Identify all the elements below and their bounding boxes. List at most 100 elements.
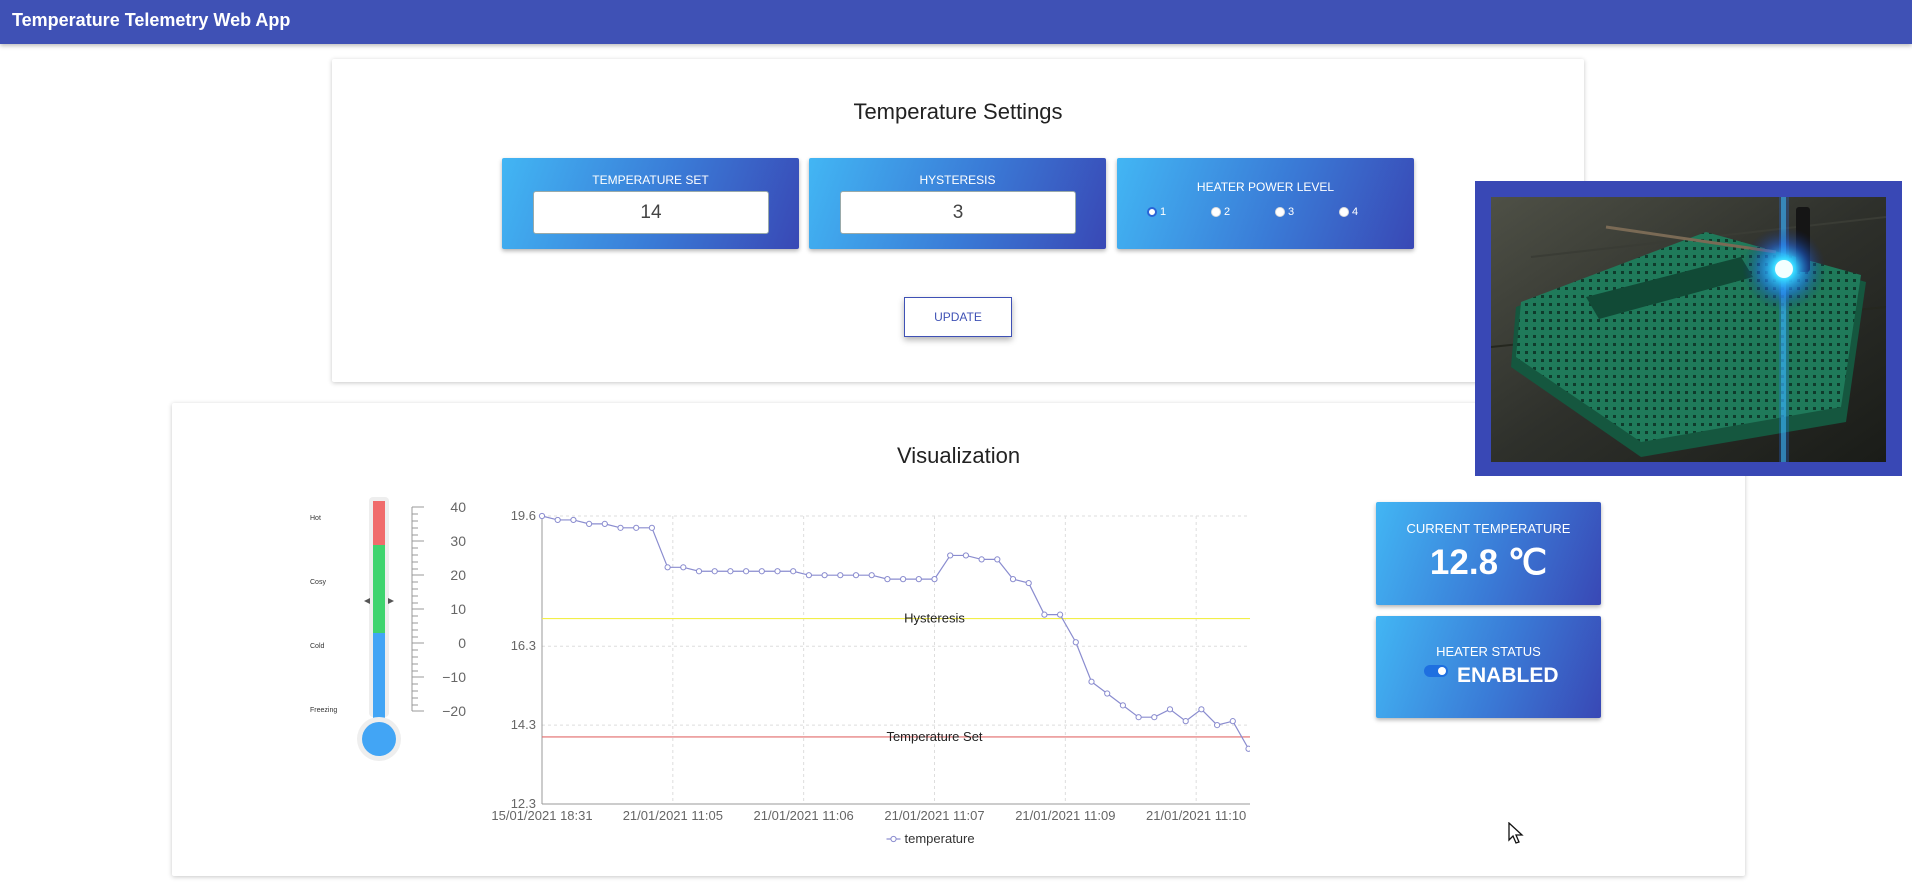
hysteresis-label: HYSTERESIS	[919, 173, 996, 187]
data-point	[900, 576, 907, 583]
breadboard-led-image	[1491, 197, 1886, 462]
thermometer-scale-30: 30	[450, 533, 466, 549]
data-point	[1229, 718, 1236, 725]
thermometer-bulb	[362, 722, 396, 756]
thermometer-scale-minus-20: −20	[442, 703, 466, 719]
data-point	[962, 552, 969, 559]
x-tick-label: 21/01/2021 11:05	[623, 808, 723, 823]
data-point	[633, 524, 640, 531]
data-point	[1072, 639, 1079, 646]
update-button[interactable]: UPDATE	[904, 297, 1012, 337]
data-point	[1166, 706, 1174, 713]
y-tick-label: 14.3	[511, 717, 536, 732]
reference-line-label: Hysteresis	[904, 611, 965, 626]
data-point	[538, 512, 546, 520]
series-line	[541, 515, 1250, 751]
heater-power-radio-4[interactable]: 4	[1339, 206, 1358, 218]
data-point	[1009, 576, 1017, 583]
thermometer-scale-minus-10: −10	[442, 669, 466, 685]
data-point	[774, 568, 781, 575]
data-point	[1088, 678, 1095, 685]
temperature-set-input[interactable]	[533, 191, 769, 234]
data-point	[1041, 611, 1048, 618]
reference-line-label: Temperature Set	[886, 729, 982, 744]
data-point	[821, 572, 828, 579]
heater-power-radio-2[interactable]: 2	[1211, 206, 1230, 218]
radio-label: 4	[1352, 206, 1359, 218]
thermometer-right-pointer-icon	[388, 598, 394, 604]
heater-status-value: ENABLED	[1457, 664, 1559, 687]
breadboard-photo	[1491, 197, 1886, 462]
x-tick-label: 21/01/2021 11:07	[884, 808, 984, 823]
data-point	[743, 568, 750, 575]
data-point	[837, 572, 844, 579]
data-point	[994, 556, 1001, 563]
data-point	[570, 516, 577, 524]
x-tick-label: 21/01/2021 11:10	[1146, 808, 1246, 823]
data-point	[1182, 718, 1189, 725]
data-point	[1057, 611, 1064, 618]
x-tick-label: 15/01/2021 18:31	[491, 808, 592, 823]
data-point	[947, 552, 954, 559]
y-tick-label: 16.3	[511, 638, 536, 653]
thermometer-ticks	[411, 506, 424, 712]
heater-power-label: HEATER POWER LEVEL	[1196, 180, 1335, 194]
data-point	[554, 516, 561, 524]
data-point	[1104, 690, 1111, 697]
data-point	[695, 568, 703, 575]
heater-status-tile: HEATER STATUS ENABLED	[1376, 616, 1601, 718]
data-point	[790, 568, 797, 575]
thermometer-scale-20: 20	[450, 567, 466, 583]
data-point	[617, 524, 624, 531]
x-tick-label: 21/01/2021 11:09	[1015, 808, 1115, 823]
current-temperature-tile: CURRENT TEMPERATURE 12.8 ℃	[1376, 502, 1601, 605]
current-temperature-value: 12.8 ℃	[1429, 543, 1548, 582]
y-tick-label: 19.6	[511, 508, 536, 523]
data-point	[1198, 706, 1205, 713]
data-point	[931, 576, 938, 583]
radio-label: 3	[1288, 206, 1295, 218]
thermometer-left-pointer-icon	[364, 598, 370, 604]
thermometer-cosy-zone	[373, 545, 385, 633]
data-point	[805, 572, 812, 579]
data-point	[758, 568, 765, 575]
legend-marker	[890, 835, 897, 843]
breadboard-photo-frame	[1475, 181, 1902, 476]
thermometer-scale-40: 40	[450, 499, 466, 515]
temperature-set-tile: TEMPERATURE SET	[502, 158, 799, 249]
data-point	[1119, 702, 1127, 709]
data-point	[852, 572, 860, 579]
temperature-set-label: TEMPERATURE SET	[592, 173, 709, 187]
heater-power-radio-3[interactable]: 3	[1275, 206, 1294, 218]
data-point	[1151, 714, 1158, 721]
data-point	[727, 568, 734, 575]
hysteresis-input[interactable]	[840, 191, 1076, 234]
settings-title: Temperature Settings	[853, 99, 1063, 124]
radio-icon	[1275, 207, 1285, 217]
data-point	[586, 520, 593, 527]
hysteresis-tile: HYSTERESIS	[809, 158, 1106, 249]
app-bar: Temperature Telemetry Web App	[0, 0, 1912, 44]
radio-label: 1	[1160, 206, 1167, 218]
thermometer-scale-10: 10	[450, 601, 466, 617]
current-temperature-label: CURRENT TEMPERATURE	[1406, 521, 1571, 536]
data-point	[915, 576, 922, 583]
heater-power-tile: HEATER POWER LEVEL 1 2 3 4	[1117, 158, 1414, 249]
mouse-cursor-icon	[1508, 822, 1524, 844]
data-point	[601, 520, 608, 527]
legend-label: temperature	[905, 831, 975, 846]
data-point	[711, 568, 718, 575]
radio-selected-icon	[1147, 207, 1157, 217]
x-tick-label: 21/01/2021 11:06	[754, 808, 854, 823]
data-point	[1245, 745, 1250, 752]
data-point	[664, 564, 671, 571]
app-title: Temperature Telemetry Web App	[12, 10, 291, 30]
heater-status-toggle[interactable]	[1424, 665, 1448, 677]
radio-icon	[1339, 207, 1349, 217]
thermometer-widget: Hot Cosy Cold Freezing 40 30 20 10 0 −10…	[300, 495, 480, 765]
heater-power-radio-1[interactable]: 1	[1147, 206, 1166, 218]
radio-icon	[1211, 207, 1221, 217]
data-point	[648, 524, 655, 531]
thermometer-cold-zone	[373, 633, 385, 723]
data-point	[868, 572, 875, 579]
